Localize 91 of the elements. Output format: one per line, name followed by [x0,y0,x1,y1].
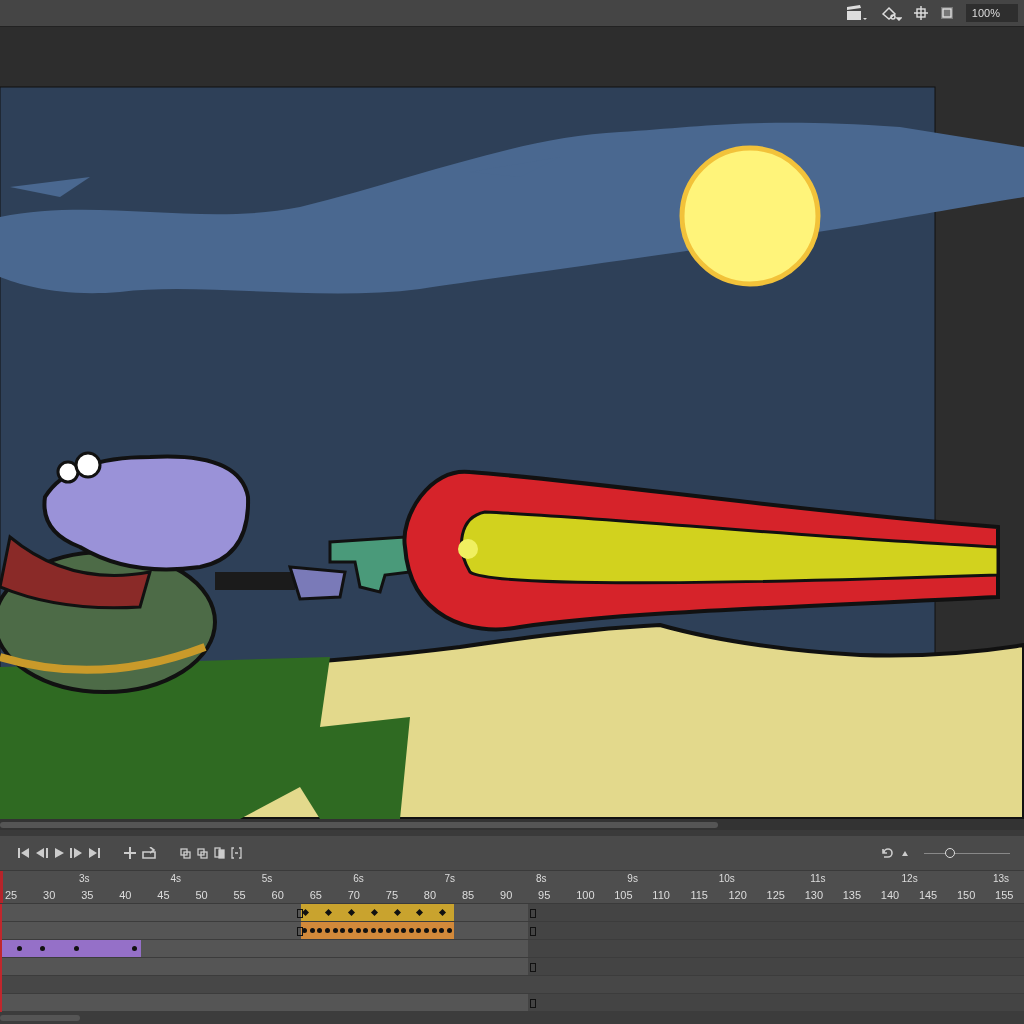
frame-number: 75 [385,889,400,901]
frame-number: 35 [81,889,95,901]
play-icon[interactable] [54,848,64,858]
zoom-field[interactable]: 100% [965,3,1018,22]
frame-number: 85 [461,889,476,901]
frame-number: 25 [5,889,19,901]
keyframe-marker [439,908,447,917]
frame-number: 50 [195,889,209,901]
frame-number: 65 [309,889,323,901]
frame-number: 100 [576,889,596,901]
seconds-label: 5s [261,872,274,885]
frame-end-marker [297,927,304,936]
frame-number: 130 [804,889,824,901]
clapperboard-icon[interactable] [845,4,868,21]
layer-track[interactable] [0,958,1024,976]
frame-number: 80 [423,889,438,901]
frame-number: 95 [538,889,552,901]
bracket-frames-icon[interactable] [231,847,242,859]
onion-skin-icon[interactable] [180,847,191,859]
shape-tween-span[interactable] [0,940,142,957]
keyframe-marker [416,908,424,917]
keyframe-marker [302,908,310,917]
keyframe-marker [325,908,333,917]
keyframe-dot [17,946,23,951]
step-forward-icon[interactable] [70,848,82,858]
frame-number: 155 [995,889,1015,901]
seconds-label: 4s [170,872,182,885]
frame-end-marker [529,963,536,972]
first-frame-icon[interactable] [18,848,30,858]
frame-number: 30 [43,889,57,901]
frame-number: 60 [271,889,285,901]
frame-end-marker [529,927,536,936]
frame-end-marker [529,909,536,918]
crosshair-icon[interactable] [913,5,928,20]
playhead-marker[interactable] [0,871,3,903]
horizontal-scrollbar-thumb[interactable] [0,821,718,828]
zoom-slider-thumb[interactable] [944,848,955,858]
layer-track[interactable] [0,904,1024,922]
keyframe-dot [355,928,361,933]
frame-end-marker [529,999,536,1008]
edit-multiple-frames-icon[interactable] [214,847,225,859]
frame-end-marker [297,909,304,918]
frame-number: 90 [500,889,514,901]
frame-number: 120 [728,889,748,901]
seconds-label: 3s [79,872,91,885]
frame-number: 125 [766,889,786,901]
keyframe-dot [416,928,422,933]
center-frame-icon[interactable] [124,847,136,859]
seconds-label: 8s [535,872,548,885]
frame-number: 45 [157,889,171,901]
frame-number: 140 [880,889,901,901]
motion-tween-span[interactable] [301,904,454,921]
seconds-label: 10s [718,872,736,885]
seconds-label: 7s [444,872,457,885]
clip-square-icon[interactable] [939,5,954,20]
loop-icon[interactable] [142,847,156,859]
frame-number: 115 [690,889,709,901]
undo-icon[interactable] [882,847,894,859]
frame-number: 150 [956,889,977,901]
keyframe-marker [393,908,401,917]
layer-track[interactable] [0,994,1024,1012]
small-frames-icon[interactable] [900,850,910,856]
keyframe-dot [393,928,399,933]
frame-number: 105 [614,889,634,901]
step-back-icon[interactable] [36,848,48,858]
seconds-label: 6s [353,872,365,885]
onion-outline-icon[interactable] [197,847,208,859]
classic-tween-span[interactable] [301,922,454,939]
last-frame-icon[interactable] [88,848,100,858]
keyframe-dot [386,928,391,933]
layer-track[interactable] [0,940,1024,958]
keyframe-dot [131,946,137,951]
frame-number: 55 [233,889,247,901]
frame-number: 40 [119,889,133,901]
keyframe-dot [378,928,384,933]
seconds-label: 12s [901,872,919,885]
seconds-label: 9s [627,872,639,885]
layer-track[interactable] [0,922,1024,940]
keyframe-dot [40,946,46,951]
frame-number: 70 [347,889,361,901]
keyframe-dot [74,946,80,951]
paint-bucket-icon[interactable] [879,4,902,21]
seconds-label: 13s [992,872,1011,885]
keyframe-dot [317,928,323,933]
seconds-label: 11s [810,872,827,885]
timeline-scrollbar-thumb[interactable] [0,1015,80,1021]
frame-number: 145 [918,889,939,901]
frame-number: 135 [842,889,863,901]
keyframe-marker [347,908,355,917]
frame-number: 110 [652,889,671,901]
keyframe-marker [370,908,378,917]
